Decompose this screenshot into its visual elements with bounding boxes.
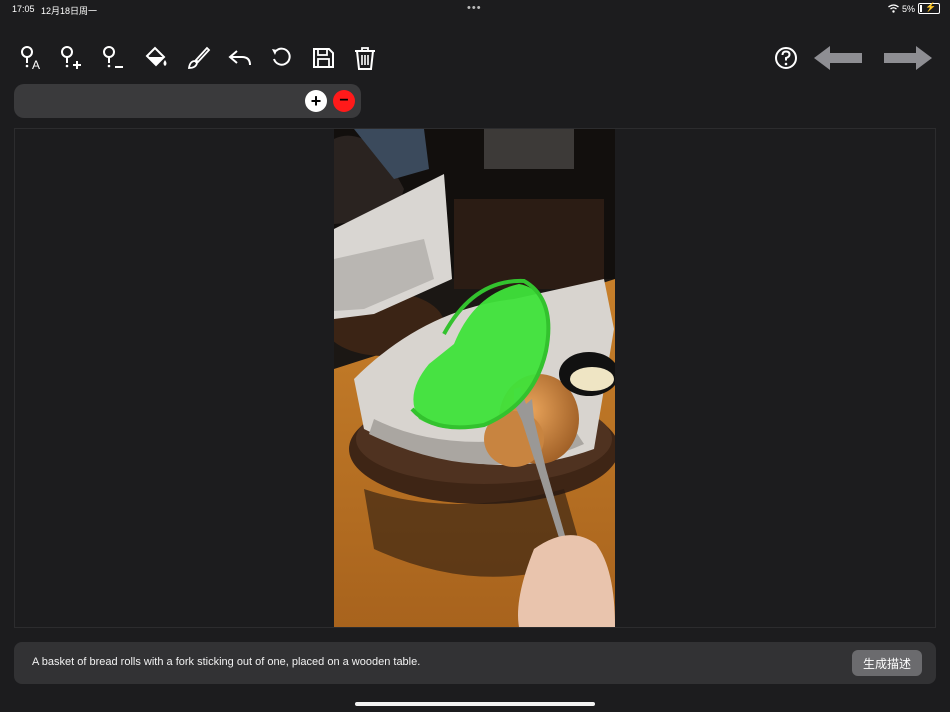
home-indicator[interactable]	[355, 702, 595, 706]
battery-percent: 5%	[901, 3, 915, 14]
trash-icon[interactable]	[351, 44, 379, 72]
save-icon[interactable]	[309, 44, 337, 72]
battery-icon: ⚡	[918, 2, 940, 14]
status-indicators: 5% ⚡	[888, 2, 940, 14]
status-bar: 17:05 12月18日周一 ••• 5% ⚡	[0, 0, 950, 18]
undo-icon[interactable]	[226, 44, 254, 72]
caption-bar: A basket of bread rolls with a fork stic…	[14, 642, 936, 684]
add-button[interactable]: +	[305, 90, 327, 112]
remove-button[interactable]: −	[333, 90, 355, 112]
paint-bucket-icon[interactable]	[142, 44, 170, 72]
photo-illustration	[334, 129, 615, 627]
photo[interactable]	[334, 129, 615, 627]
status-date: 12月18日周一	[41, 6, 98, 16]
svg-text:A: A	[32, 58, 40, 71]
multitasking-dots-icon[interactable]: •••	[467, 2, 482, 14]
brush-icon[interactable]	[184, 44, 212, 72]
arrow-left-icon[interactable]	[812, 43, 864, 73]
wifi-icon	[888, 4, 899, 13]
pin-plus-icon[interactable]	[58, 44, 86, 72]
rotate-icon[interactable]	[268, 44, 296, 72]
pin-a-icon[interactable]: A	[18, 44, 46, 72]
help-icon[interactable]	[772, 44, 800, 72]
status-time: 17:05	[12, 4, 35, 14]
caption-text[interactable]: A basket of bread rolls with a fork stic…	[32, 656, 420, 668]
arrow-right-icon[interactable]	[882, 43, 934, 73]
generate-description-button[interactable]: 生成描述	[852, 650, 922, 676]
pin-minus-icon[interactable]	[100, 44, 128, 72]
